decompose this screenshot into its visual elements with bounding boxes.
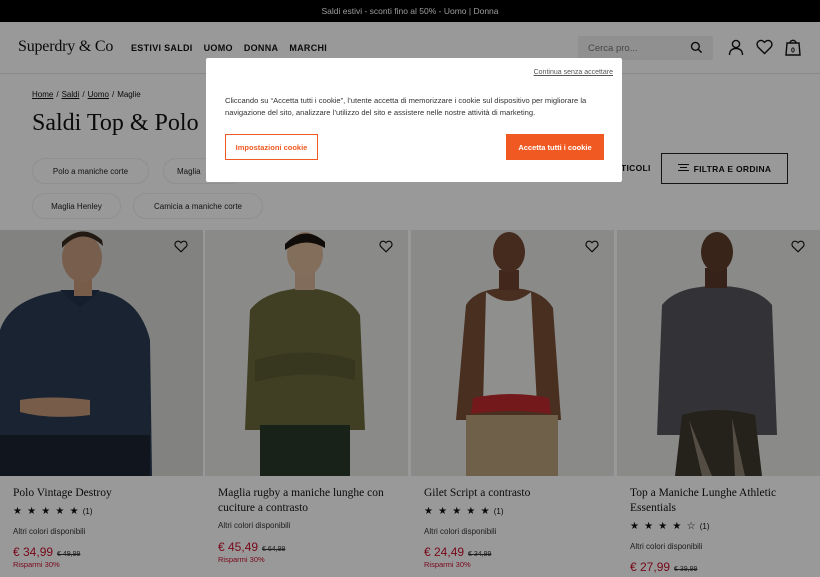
cookie-settings-button[interactable]: Impostazioni cookie [225,134,318,160]
continue-without-accepting-link[interactable]: Continua senza accettare [534,69,613,76]
cookie-consent-dialog: Continua senza accettare Cliccando su “A… [206,58,622,182]
cookie-message: Cliccando su “Accetta tutti i cookie”, l… [225,96,587,117]
accept-all-cookies-button[interactable]: Accetta tutti i cookie [506,134,604,160]
